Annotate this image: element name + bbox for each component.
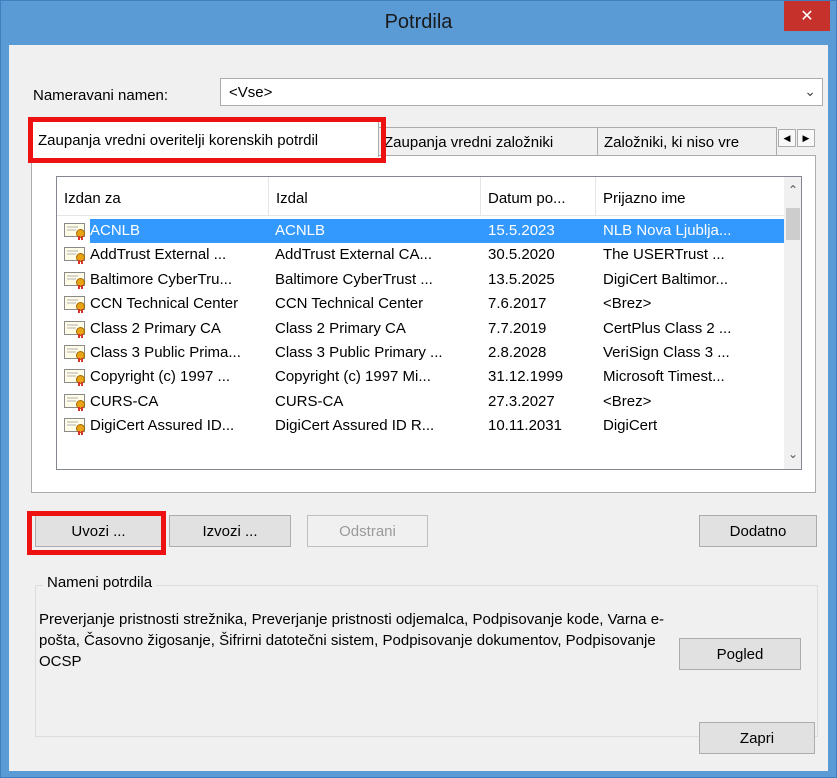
cell-expiration-date: 10.11.2031 xyxy=(488,417,562,435)
chevron-down-icon: ⌄ xyxy=(804,83,816,99)
cell-issued-by: Baltimore CyberTrust ... xyxy=(275,270,433,288)
cell-issued-by: Class 3 Public Primary ... xyxy=(275,343,443,361)
cell-expiration-date: 31.12.1999 xyxy=(488,368,564,386)
cell-expiration-date: 7.7.2019 xyxy=(488,319,547,337)
arrow-left-icon: ◀ xyxy=(783,132,791,143)
tab-scroll-right-button[interactable]: ▶ xyxy=(797,129,815,147)
cell-friendly-name: NLB Nova Ljublja... xyxy=(603,222,732,239)
cell-issued-by: Copyright (c) 1997 Mi... xyxy=(275,368,431,386)
tab-trusted-root-authorities[interactable]: Zaupanja vredni overitelji korenskih pot… xyxy=(31,121,379,157)
cell-issued-to: DigiCert Assured ID... xyxy=(90,417,235,435)
close-button[interactable]: Zapri xyxy=(699,722,815,754)
cell-expiration-date: 7.6.2017 xyxy=(488,295,547,313)
column-header-expiration-date[interactable]: Datum po... xyxy=(481,177,596,215)
certificate-icon xyxy=(64,369,85,387)
cell-friendly-name: VeriSign Class 3 ... xyxy=(603,343,730,361)
table-row[interactable]: DigiCert Assured ID... DigiCert Assured I… xyxy=(57,414,787,438)
certificates-window: Potrdila ✕ Nameravani namen: <Vse> ⌄ Zau… xyxy=(0,0,837,778)
cell-issued-to: CURS-CA xyxy=(90,392,159,410)
cell-issued-to: Class 2 Primary CA xyxy=(90,319,221,337)
certificate-icon xyxy=(64,418,85,436)
title-bar[interactable]: Potrdila ✕ xyxy=(1,1,836,45)
close-window-button[interactable]: ✕ xyxy=(784,1,830,31)
remove-button[interactable]: Odstrani xyxy=(307,515,428,547)
scroll-up-icon[interactable]: ⌃ xyxy=(785,183,801,197)
cell-issued-by: Class 2 Primary CA xyxy=(275,319,406,337)
list-scrollbar[interactable]: ⌃ ⌄ xyxy=(784,177,801,469)
cell-issued-by: AddTrust External CA... xyxy=(275,246,433,264)
table-row[interactable]: AddTrust External ... AddTrust External C… xyxy=(57,243,787,267)
table-row[interactable]: Copyright (c) 1997 ... Copyright (c) 1997… xyxy=(57,365,787,389)
column-header-issued-by[interactable]: Izdal xyxy=(269,177,481,215)
certificate-purposes-legend: Nameni potrdila xyxy=(43,574,157,591)
tab-panel: Izdan za Izdal Datum po... Prijazno ime … xyxy=(31,155,816,493)
cell-expiration-date: 30.5.2020 xyxy=(488,246,555,264)
intended-purpose-label: Nameravani namen: xyxy=(33,87,169,104)
column-header-friendly-name[interactable]: Prijazno ime xyxy=(596,177,787,215)
cell-expiration-date: 2.8.2028 xyxy=(488,343,547,361)
certificate-purposes-text: Preverjanje pristnosti strežnika, Prever… xyxy=(39,611,665,670)
cell-friendly-name: <Brez> xyxy=(603,295,652,313)
certificate-list[interactable]: Izdan za Izdal Datum po... Prijazno ime … xyxy=(56,176,802,470)
advanced-button[interactable]: Dodatno xyxy=(699,515,817,547)
cell-friendly-name: Microsoft Timest... xyxy=(603,368,725,386)
table-row[interactable]: CCN Technical Center CCN Technical Center… xyxy=(57,292,787,316)
tab-scroll-left-button[interactable]: ◀ xyxy=(778,129,796,147)
certificate-icon xyxy=(64,271,85,289)
import-button[interactable]: Uvozi ... xyxy=(35,515,162,547)
intended-purpose-value: <Vse> xyxy=(229,84,273,101)
tab-untrusted-publishers[interactable]: Založniki, ki niso vre xyxy=(597,127,777,155)
cell-issued-by: DigiCert Assured ID R... xyxy=(275,417,435,435)
table-row[interactable]: ACNLB ACNLB 15.5.2023 NLB Nova Ljublja... xyxy=(57,219,787,243)
cell-issued-to: Copyright (c) 1997 ... xyxy=(90,368,231,386)
certificate-icon xyxy=(64,320,85,338)
list-header: Izdan za Izdal Datum po... Prijazno ime xyxy=(57,177,787,216)
cell-issued-to: AddTrust External ... xyxy=(90,246,227,264)
certificate-icon xyxy=(64,296,85,314)
cell-friendly-name: DigiCert Baltimor... xyxy=(603,270,729,288)
view-button[interactable]: Pogled xyxy=(679,638,801,670)
cell-issued-by: CURS-CA xyxy=(275,392,344,410)
cell-issued-by: ACNLB xyxy=(275,222,326,239)
cell-issued-to: Baltimore CyberTru... xyxy=(90,270,232,288)
certificate-icon xyxy=(64,247,85,265)
cell-issued-to: Class 3 Public Prima... xyxy=(90,343,241,361)
cell-expiration-date: 13.5.2025 xyxy=(488,270,555,288)
cell-issued-to: CCN Technical Center xyxy=(90,295,239,313)
cell-expiration-date: 15.5.2023 xyxy=(488,222,555,239)
cell-friendly-name: DigiCert xyxy=(603,417,658,435)
cell-friendly-name: CertPlus Class 2 ... xyxy=(603,319,732,337)
table-row[interactable]: Baltimore CyberTru... Baltimore CyberTrus… xyxy=(57,268,787,292)
scrollbar-thumb[interactable] xyxy=(786,208,800,240)
scroll-down-icon[interactable]: ⌄ xyxy=(785,447,801,461)
intended-purpose-dropdown[interactable]: <Vse> ⌄ xyxy=(220,78,823,106)
cell-expiration-date: 27.3.2027 xyxy=(488,392,555,410)
arrow-right-icon: ▶ xyxy=(802,132,810,143)
certificate-icon xyxy=(64,344,85,362)
cell-friendly-name: The USERTrust ... xyxy=(603,246,725,264)
table-row[interactable]: Class 2 Primary CA Class 2 Primary CA 7.7.… xyxy=(57,317,787,341)
dialog-body: Nameravani namen: <Vse> ⌄ Zaupanja vredn… xyxy=(9,45,828,771)
table-row[interactable]: CURS-CA CURS-CA 27.3.2027 <Brez> xyxy=(57,390,787,414)
list-rows: ACNLB ACNLB 15.5.2023 NLB Nova Ljublja... Ad… xyxy=(57,219,787,439)
tab-trusted-publishers[interactable]: Zaupanja vredni založniki xyxy=(377,127,599,155)
export-button[interactable]: Izvozi ... xyxy=(169,515,291,547)
table-row[interactable]: Class 3 Public Prima... Class 3 Public Pr… xyxy=(57,341,787,365)
cell-issued-to: ACNLB xyxy=(90,222,141,239)
cell-friendly-name: <Brez> xyxy=(603,392,652,410)
certificate-icon xyxy=(64,393,85,411)
certificate-icon xyxy=(64,223,85,240)
cell-issued-by: CCN Technical Center xyxy=(275,295,424,313)
window-title: Potrdila xyxy=(384,11,453,33)
column-header-issued-to[interactable]: Izdan za xyxy=(57,177,269,215)
close-icon: ✕ xyxy=(800,8,814,25)
